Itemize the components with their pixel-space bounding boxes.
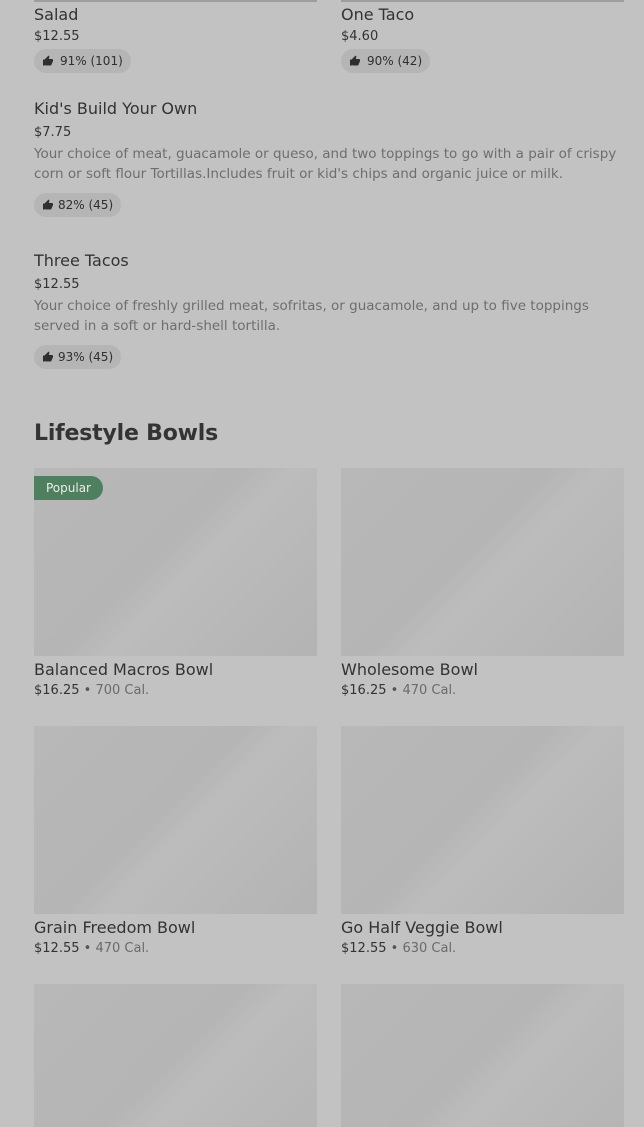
item-calories: 700 Cal. — [95, 683, 150, 698]
rating-text: 82% (45) — [58, 198, 114, 212]
separator: • — [83, 941, 92, 956]
item-price: $12.55 — [34, 941, 80, 956]
separator: • — [83, 683, 92, 698]
item-price: $16.25 — [341, 683, 387, 698]
item-image — [34, 726, 317, 914]
menu-item-three-tacos[interactable]: Three Tacos $12.55 Your choice of freshl… — [34, 251, 624, 369]
thumbs-up-icon — [350, 55, 360, 66]
item-meta: $16.25 • 700 Cal. — [34, 683, 317, 698]
item-description: Your choice of freshly grilled meat, sof… — [34, 298, 589, 334]
item-price: $12.55 — [34, 277, 80, 292]
rating-badge: 90% (42) — [341, 49, 431, 73]
item-price: $12.55 — [341, 941, 387, 956]
item-description: Your choice of meat, guacamole or queso,… — [34, 146, 617, 182]
item-name: Three Tacos — [34, 251, 129, 270]
item-meta: $16.25 • 470 Cal. — [341, 683, 624, 698]
item-price: $7.75 — [34, 125, 72, 140]
rating-text: 91% (101) — [60, 54, 123, 68]
item-price: $4.60 — [341, 29, 379, 44]
item-name: Balanced Macros Bowl — [34, 660, 214, 679]
rating-badge: 93% (45) — [34, 345, 122, 369]
item-price: $12.55 — [34, 29, 80, 44]
item-calories: 470 Cal. — [95, 941, 150, 956]
separator: • — [390, 941, 399, 956]
menu-item-salad[interactable]: Salad $12.55 91% (101) — [34, 5, 317, 79]
item-image — [341, 984, 624, 1127]
bowl-card-grain-freedom[interactable]: Grain Freedom Bowl $12.55 • 470 Cal. — [34, 726, 317, 956]
menu-item-one-taco[interactable]: One Taco $4.60 90% (42) — [341, 5, 624, 79]
item-image — [341, 468, 624, 656]
card-divider — [341, 0, 624, 2]
thumbs-up-icon — [43, 55, 53, 66]
item-name: Go Half Veggie Bowl — [341, 918, 503, 937]
rating-badge: 82% (45) — [34, 193, 122, 217]
separator: • — [390, 683, 399, 698]
thumbs-up-icon — [43, 199, 53, 210]
item-name: Grain Freedom Bowl — [34, 918, 196, 937]
item-calories: 630 Cal. — [402, 941, 457, 956]
bowl-card-wholesome[interactable]: Wholesome Bowl $16.25 • 470 Cal. — [341, 468, 624, 698]
bowl-card-go-half-veggie[interactable]: Go Half Veggie Bowl $12.55 • 630 Cal. — [341, 726, 624, 956]
item-name: Wholesome Bowl — [341, 660, 478, 679]
item-name: Salad — [34, 5, 79, 24]
item-price: $16.25 — [34, 683, 80, 698]
rating-text: 90% (42) — [367, 54, 423, 68]
bowl-card-partial[interactable] — [341, 984, 624, 1127]
card-divider — [34, 0, 317, 2]
item-image — [34, 984, 317, 1127]
item-meta: $12.55 • 470 Cal. — [34, 941, 317, 956]
bowl-card-balanced-macros[interactable]: Popular Balanced Macros Bowl $16.25 • 70… — [34, 468, 317, 698]
menu-item-kids-build-your-own[interactable]: Kid's Build Your Own $7.75 Your choice o… — [34, 99, 624, 217]
item-image: Popular — [34, 468, 317, 656]
bowl-card-partial[interactable] — [34, 984, 317, 1127]
item-image — [341, 726, 624, 914]
rating-badge: 91% (101) — [34, 49, 131, 73]
section-title: Lifestyle Bowls — [34, 421, 218, 446]
item-name: Kid's Build Your Own — [34, 99, 198, 118]
item-meta: $12.55 • 630 Cal. — [341, 941, 624, 956]
popular-badge: Popular — [34, 476, 103, 500]
item-name: One Taco — [341, 5, 415, 24]
thumbs-up-icon — [43, 351, 53, 362]
rating-text: 93% (45) — [58, 350, 114, 364]
item-calories: 470 Cal. — [402, 683, 457, 698]
